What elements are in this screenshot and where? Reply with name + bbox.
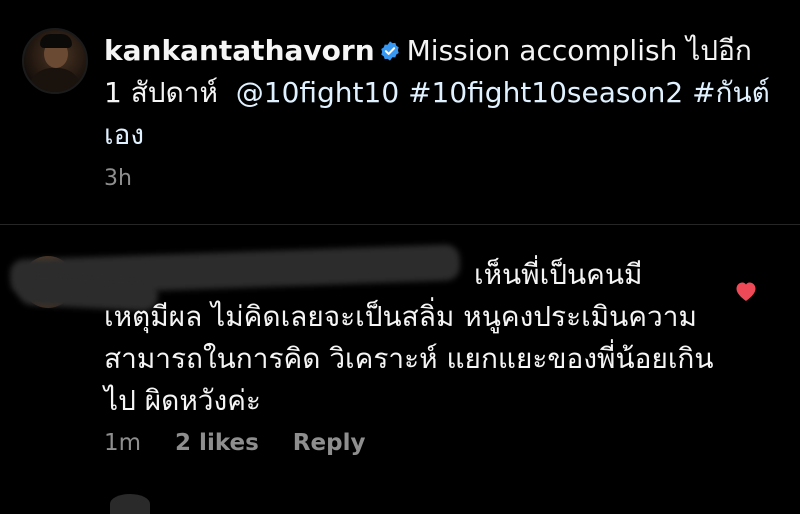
post-caption: kankantathavorn Mission accomplish ไปอีก… — [0, 0, 800, 224]
poster-username[interactable]: kankantathavorn — [104, 34, 375, 67]
verified-badge-icon — [380, 41, 399, 61]
divider — [0, 224, 800, 225]
avatar-hair — [40, 34, 72, 48]
avatar-shoulders — [28, 68, 82, 92]
comment-text: เห็นพี่เป็นคนมี เหตุมีผล ไม่คิดเลยจะเป็น… — [104, 254, 724, 422]
next-comment-avatar — [110, 494, 150, 514]
reply-button[interactable]: Reply — [293, 430, 366, 456]
comment-body: เหตุมีผล ไม่คิดเลยจะเป็นสลิ่ม หนูคงประเม… — [104, 300, 714, 417]
comment-timestamp: 1m — [104, 430, 142, 456]
mention-link[interactable]: @10fight10 — [236, 76, 399, 109]
poster-avatar[interactable] — [22, 28, 88, 94]
comment-meta: 1m 2 likes Reply — [104, 430, 365, 456]
heart-icon[interactable] — [734, 280, 758, 302]
comment-likes[interactable]: 2 likes — [175, 430, 259, 456]
caption-text: kankantathavorn Mission accomplish ไปอีก… — [104, 30, 776, 156]
comment-first-line: เห็นพี่เป็นคนมี — [474, 258, 643, 291]
post-timestamp: 3h — [104, 166, 132, 191]
hashtag-link[interactable]: #10fight10season2 — [408, 76, 683, 109]
